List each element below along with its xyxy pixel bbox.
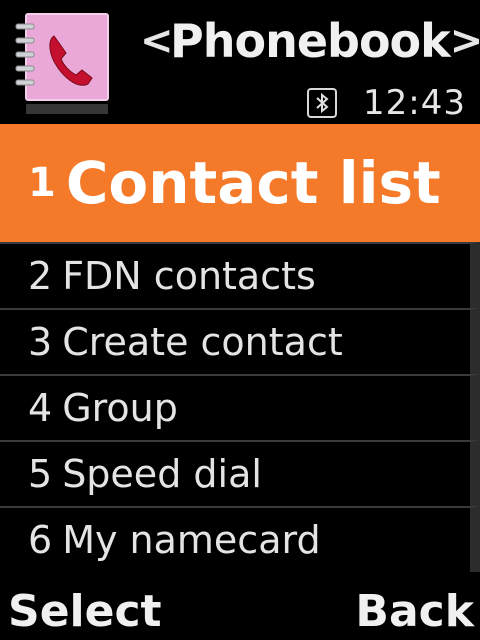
chevron-right-icon[interactable]: > xyxy=(450,21,480,61)
phonebook-handset-icon xyxy=(12,10,112,120)
header-bar: < Phonebook > 12:43 xyxy=(0,0,480,124)
menu-item-number: 5 xyxy=(28,452,53,496)
chevron-left-icon[interactable]: < xyxy=(140,21,174,61)
menu-item-label: FDN contacts xyxy=(62,254,316,298)
select-softkey[interactable]: Select xyxy=(8,586,162,637)
phonebook-menu: 1 Contact list 2 FDN contacts 3 Create c… xyxy=(0,124,480,572)
menu-item-speed-dial[interactable]: 5 Speed dial xyxy=(0,440,480,506)
menu-item-label: Group xyxy=(62,386,178,430)
menu-item-create-contact[interactable]: 3 Create contact xyxy=(0,308,480,374)
status-time: 12:43 xyxy=(363,83,466,123)
menu-item-label: Contact list xyxy=(65,149,441,217)
menu-item-contact-list[interactable]: 1 Contact list xyxy=(0,124,480,242)
page-title: Phonebook xyxy=(170,14,451,68)
menu-item-number: 4 xyxy=(28,386,53,430)
softkey-bar: Select Back xyxy=(0,582,480,640)
title-bar: < Phonebook > xyxy=(140,8,480,74)
menu-item-label: My namecard xyxy=(62,518,321,562)
menu-item-group[interactable]: 4 Group xyxy=(0,374,480,440)
menu-item-fdn-contacts[interactable]: 2 FDN contacts xyxy=(0,242,480,308)
menu-item-label: Create contact xyxy=(62,320,343,364)
bluetooth-icon xyxy=(307,88,338,118)
status-bar: 12:43 xyxy=(307,83,466,123)
menu-item-label: Speed dial xyxy=(62,452,262,496)
menu-item-number: 2 xyxy=(28,254,53,298)
menu-item-number: 6 xyxy=(28,518,53,562)
menu-item-my-namecard[interactable]: 6 My namecard xyxy=(0,506,480,572)
menu-item-number: 3 xyxy=(28,320,53,364)
back-softkey[interactable]: Back xyxy=(355,586,474,637)
menu-item-number: 1 xyxy=(28,160,56,206)
